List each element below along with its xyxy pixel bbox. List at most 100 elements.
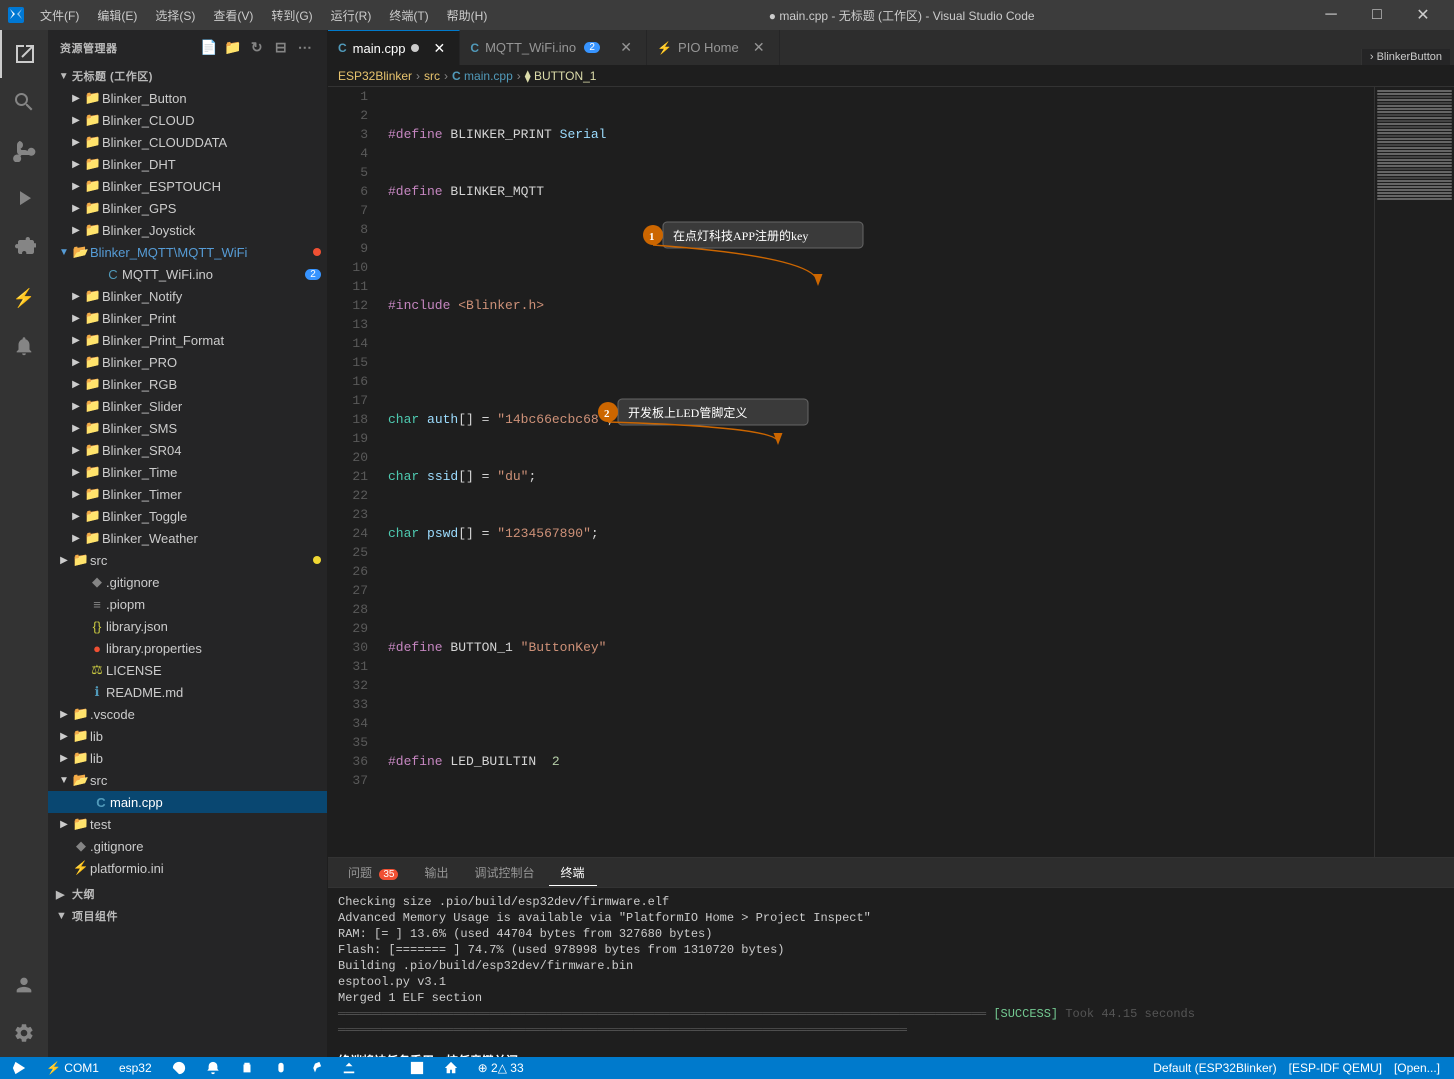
- tree-item-blinker-toggle[interactable]: ▶ 📁 Blinker_Toggle: [48, 505, 327, 527]
- status-com1[interactable]: ⚡ COM1: [42, 1057, 103, 1079]
- tree-item-mqtt-wifi-ino[interactable]: C MQTT_WiFi.ino 2: [48, 263, 327, 285]
- activity-debug[interactable]: [0, 174, 48, 222]
- status-default-board[interactable]: Default (ESP32Blinker): [1147, 1057, 1282, 1079]
- folder-icon: 📁: [72, 816, 90, 832]
- tab-close-button[interactable]: ✕: [429, 38, 449, 58]
- tree-item-blinker-pro[interactable]: ▶ 📁 Blinker_PRO: [48, 351, 327, 373]
- status-build[interactable]: [304, 1057, 326, 1079]
- activity-notifications[interactable]: [0, 322, 48, 370]
- tree-item-blinker-slider[interactable]: ▶ 📁 Blinker_Slider: [48, 395, 327, 417]
- tab-mqtt-wifi[interactable]: C MQTT_WiFi.ino 2 ✕: [460, 30, 647, 65]
- tree-item-blinker-button[interactable]: ▶ 📁 Blinker_Button: [48, 87, 327, 109]
- tree-item-library-properties[interactable]: ● library.properties: [48, 637, 327, 659]
- menu-goto[interactable]: 转到(G): [263, 5, 320, 26]
- status-sync[interactable]: [168, 1057, 190, 1079]
- tree-item-vscode[interactable]: ▶ 📁 .vscode: [48, 703, 327, 725]
- tree-item-blinker-gps[interactable]: ▶ 📁 Blinker_GPS: [48, 197, 327, 219]
- tree-item-blinker-sr04[interactable]: ▶ 📁 Blinker_SR04: [48, 439, 327, 461]
- tree-item-lib[interactable]: ▶ 📁 lib: [48, 747, 327, 769]
- menu-terminal[interactable]: 终端(T): [381, 5, 436, 26]
- breadcrumb-src[interactable]: src: [424, 69, 440, 83]
- breadcrumb-button1[interactable]: ⧫ BUTTON_1: [525, 69, 597, 83]
- tree-item-blinker-print[interactable]: ▶ 📁 Blinker_Print: [48, 307, 327, 329]
- tree-item-blinker-clouddata[interactable]: ▶ 📁 Blinker_CLOUDDATA: [48, 131, 327, 153]
- menu-select[interactable]: 选择(S): [147, 5, 203, 26]
- tab-output[interactable]: 输出: [412, 860, 460, 885]
- menu-file[interactable]: 文件(F): [32, 5, 87, 26]
- tree-item-test[interactable]: ▶ 📁 test: [48, 813, 327, 835]
- blinker-button-tab[interactable]: › BlinkerButton: [1361, 49, 1450, 65]
- tree-item-include[interactable]: ▶ 📁 lib: [48, 725, 327, 747]
- tree-item-main-cpp[interactable]: C main.cpp: [48, 791, 327, 813]
- tab-pio-home[interactable]: ⚡ PIO Home ✕: [647, 30, 780, 65]
- tree-item-blinker-joystick[interactable]: ▶ 📁 Blinker_Joystick: [48, 219, 327, 241]
- status-board[interactable]: esp32: [115, 1057, 156, 1079]
- activity-extensions[interactable]: [0, 222, 48, 270]
- tree-item-blinker-esptouch[interactable]: ▶ 📁 Blinker_ESPTOUCH: [48, 175, 327, 197]
- tree-item-blinker-dht[interactable]: ▶ 📁 Blinker_DHT: [48, 153, 327, 175]
- activity-platformio[interactable]: ⚡: [0, 274, 48, 322]
- tree-item-blinker-rgb[interactable]: ▶ 📁 Blinker_RGB: [48, 373, 327, 395]
- tree-item-blinker-sms[interactable]: ▶ 📁 Blinker_SMS: [48, 417, 327, 439]
- code-content[interactable]: 1 2 3 4 5 6 7 8 9 10 11 12 13 14: [328, 87, 1374, 857]
- tree-item-platformio-ini[interactable]: ⚡ platformio.ini: [48, 857, 327, 879]
- tree-item-blinker-weather[interactable]: ▶ 📁 Blinker_Weather: [48, 527, 327, 549]
- tree-item-blinker-mqtt[interactable]: ▼ 📂 Blinker_MQTT\MQTT_WiFi: [48, 241, 327, 263]
- tree-item-readme[interactable]: ℹ README.md: [48, 681, 327, 703]
- new-file-icon[interactable]: 📄: [199, 38, 219, 58]
- tree-item-gitignore-outer[interactable]: ◆ .gitignore: [48, 835, 327, 857]
- close-button[interactable]: ✕: [1400, 0, 1446, 30]
- breadcrumb-main-cpp[interactable]: C main.cpp: [452, 69, 513, 83]
- status-bug[interactable]: [270, 1057, 292, 1079]
- status-home[interactable]: [440, 1057, 462, 1079]
- tree-item-blinker-timer[interactable]: ▶ 📁 Blinker_Timer: [48, 483, 327, 505]
- status-open[interactable]: [Open...]: [1388, 1057, 1446, 1079]
- tree-item-license[interactable]: ⚖ LICENSE: [48, 659, 327, 681]
- status-terminal-icon[interactable]: [406, 1057, 428, 1079]
- status-upload[interactable]: [338, 1057, 360, 1079]
- status-bell[interactable]: [202, 1057, 224, 1079]
- activity-settings[interactable]: [0, 1009, 48, 1057]
- tab-problems[interactable]: 问题 35: [336, 860, 410, 885]
- refresh-icon[interactable]: ↻: [247, 38, 267, 58]
- workspace-root[interactable]: ▼ 无标题 (工作区): [48, 65, 327, 87]
- collapse-icon[interactable]: ⊟: [271, 38, 291, 58]
- activity-scm[interactable]: [0, 126, 48, 174]
- tree-item-gitignore-inner[interactable]: ◆ .gitignore: [48, 571, 327, 593]
- minimize-button[interactable]: ─: [1308, 0, 1354, 30]
- tree-item-src-inner[interactable]: ▶ 📁 src: [48, 549, 327, 571]
- activity-explorer[interactable]: [0, 30, 48, 78]
- sidebar-content: ▼ 无标题 (工作区) ▶ 📁 Blinker_Button ▶ 📁 Blink…: [48, 65, 327, 1057]
- section-outline[interactable]: ▶ 大纲: [48, 883, 327, 905]
- more-actions-icon[interactable]: ⋯: [295, 38, 315, 58]
- activity-account[interactable]: [0, 961, 48, 1009]
- tab-close-button[interactable]: ✕: [749, 38, 769, 58]
- menu-view[interactable]: 查看(V): [205, 5, 261, 26]
- maximize-button[interactable]: □: [1354, 0, 1400, 30]
- status-remote[interactable]: [8, 1057, 30, 1079]
- menu-edit[interactable]: 编辑(E): [89, 5, 145, 26]
- tab-debug-console[interactable]: 调试控制台: [463, 860, 547, 885]
- tab-terminal[interactable]: 终端: [549, 860, 597, 886]
- tab-main-cpp[interactable]: C main.cpp ✕: [328, 30, 460, 65]
- status-errors[interactable]: ⊕ 2△ 33: [474, 1057, 528, 1079]
- tab-close-button[interactable]: ✕: [616, 38, 636, 58]
- tree-item-blinker-notify[interactable]: ▶ 📁 Blinker_Notify: [48, 285, 327, 307]
- tree-item-library-json[interactable]: {} library.json: [48, 615, 327, 637]
- status-esp-idf[interactable]: [ESP-IDF QEMU]: [1283, 1057, 1388, 1079]
- tree-item-blinker-print-format[interactable]: ▶ 📁 Blinker_Print_Format: [48, 329, 327, 351]
- tree-item-src-outer[interactable]: ▼ 📂 src: [48, 769, 327, 791]
- terminal-content[interactable]: Checking size .pio/build/esp32dev/firmwa…: [328, 888, 1454, 1057]
- tree-item-blinker-time[interactable]: ▶ 📁 Blinker_Time: [48, 461, 327, 483]
- menu-help[interactable]: 帮助(H): [439, 5, 496, 26]
- tree-item-blinker-cloud[interactable]: ▶ 📁 Blinker_CLOUD: [48, 109, 327, 131]
- section-project-components[interactable]: ▼ 项目组件: [48, 905, 327, 927]
- breadcrumb-esp32blinker[interactable]: ESP32Blinker: [338, 69, 412, 83]
- new-folder-icon[interactable]: 📁: [223, 38, 243, 58]
- status-serial[interactable]: [372, 1057, 394, 1079]
- status-trash[interactable]: [236, 1057, 258, 1079]
- menu-run[interactable]: 运行(R): [323, 5, 380, 26]
- tree-item-piopm[interactable]: ≡ .piopm: [48, 593, 327, 615]
- item-label: .piopm: [106, 597, 327, 612]
- activity-search[interactable]: [0, 78, 48, 126]
